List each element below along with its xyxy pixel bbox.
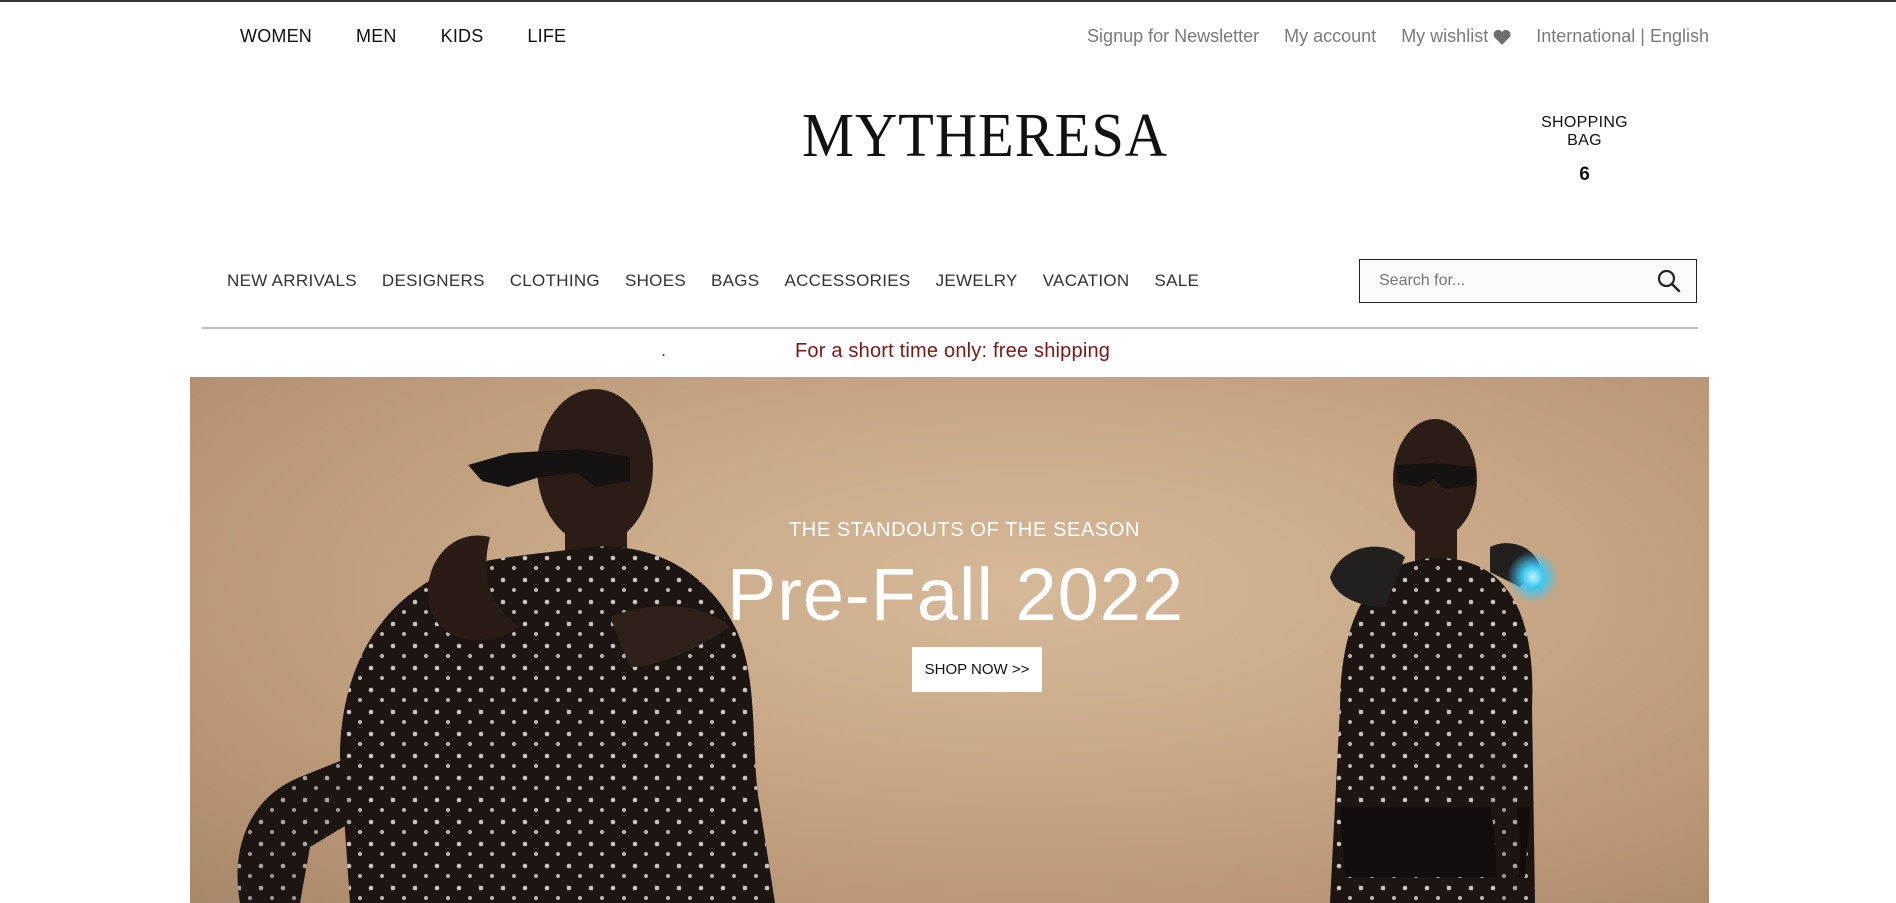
- hero-image: [237, 389, 1559, 903]
- newsletter-link[interactable]: Signup for Newsletter: [1087, 26, 1259, 47]
- main-nav-designers[interactable]: DESIGNERS: [382, 271, 485, 291]
- brand-logo[interactable]: MYTHERESA: [802, 102, 1170, 170]
- main-nav-new-arrivals[interactable]: NEW ARRIVALS: [227, 271, 357, 291]
- top-nav-kids[interactable]: KIDS: [441, 26, 484, 47]
- promo-text[interactable]: For a short time only: free shipping: [795, 340, 1110, 363]
- main-nav-shoes[interactable]: SHOES: [625, 271, 686, 291]
- shop-now-button[interactable]: SHOP NOW >>: [912, 647, 1042, 692]
- left-model: [237, 389, 775, 903]
- top-rule: [0, 0, 1896, 2]
- top-nav-men[interactable]: MEN: [356, 26, 397, 47]
- search-input[interactable]: [1360, 261, 1640, 301]
- nav-divider: [202, 327, 1698, 329]
- wishlist-link[interactable]: My wishlist: [1401, 26, 1511, 47]
- hero-banner[interactable]: THE STANDOUTS OF THE SEASON Pre-Fall 202…: [190, 377, 1709, 903]
- main-nav-bags[interactable]: BAGS: [711, 271, 759, 291]
- main-nav-jewelry[interactable]: JEWELRY: [936, 271, 1018, 291]
- main-nav-accessories[interactable]: ACCESSORIES: [784, 271, 910, 291]
- svg-text:MYTHERESA: MYTHERESA: [802, 104, 1168, 162]
- account-link[interactable]: My account: [1284, 26, 1376, 47]
- top-nav: WOMEN MEN KIDS LIFE: [240, 26, 610, 47]
- main-nav-clothing[interactable]: CLOTHING: [510, 271, 600, 291]
- shopping-bag-label: SHOPPING BAG: [1541, 114, 1628, 149]
- utility-links: Signup for Newsletter My account My wish…: [1062, 26, 1709, 47]
- search-box: [1359, 259, 1697, 303]
- locale-link[interactable]: International | English: [1536, 26, 1709, 47]
- logo-wordmark: MYTHERESA: [802, 102, 1168, 170]
- search-icon[interactable]: [1656, 268, 1682, 294]
- hero-headline: Pre-Fall 2022: [726, 553, 1185, 636]
- main-nav-vacation[interactable]: VACATION: [1043, 271, 1130, 291]
- main-nav: NEW ARRIVALS DESIGNERS CLOTHING SHOES BA…: [227, 271, 1224, 291]
- shopping-bag-link[interactable]: SHOPPING BAG 6: [1522, 114, 1647, 186]
- heart-icon: [1493, 29, 1511, 45]
- shopping-bag-count: 6: [1579, 164, 1590, 185]
- wishlist-label: My wishlist: [1401, 26, 1489, 46]
- promo-dot: .: [661, 340, 667, 360]
- hero-eyebrow: THE STANDOUTS OF THE SEASON: [788, 519, 1141, 541]
- main-nav-sale[interactable]: SALE: [1154, 271, 1199, 291]
- right-model: [1330, 419, 1559, 903]
- top-nav-women[interactable]: WOMEN: [240, 26, 312, 47]
- top-nav-life[interactable]: LIFE: [527, 26, 566, 47]
